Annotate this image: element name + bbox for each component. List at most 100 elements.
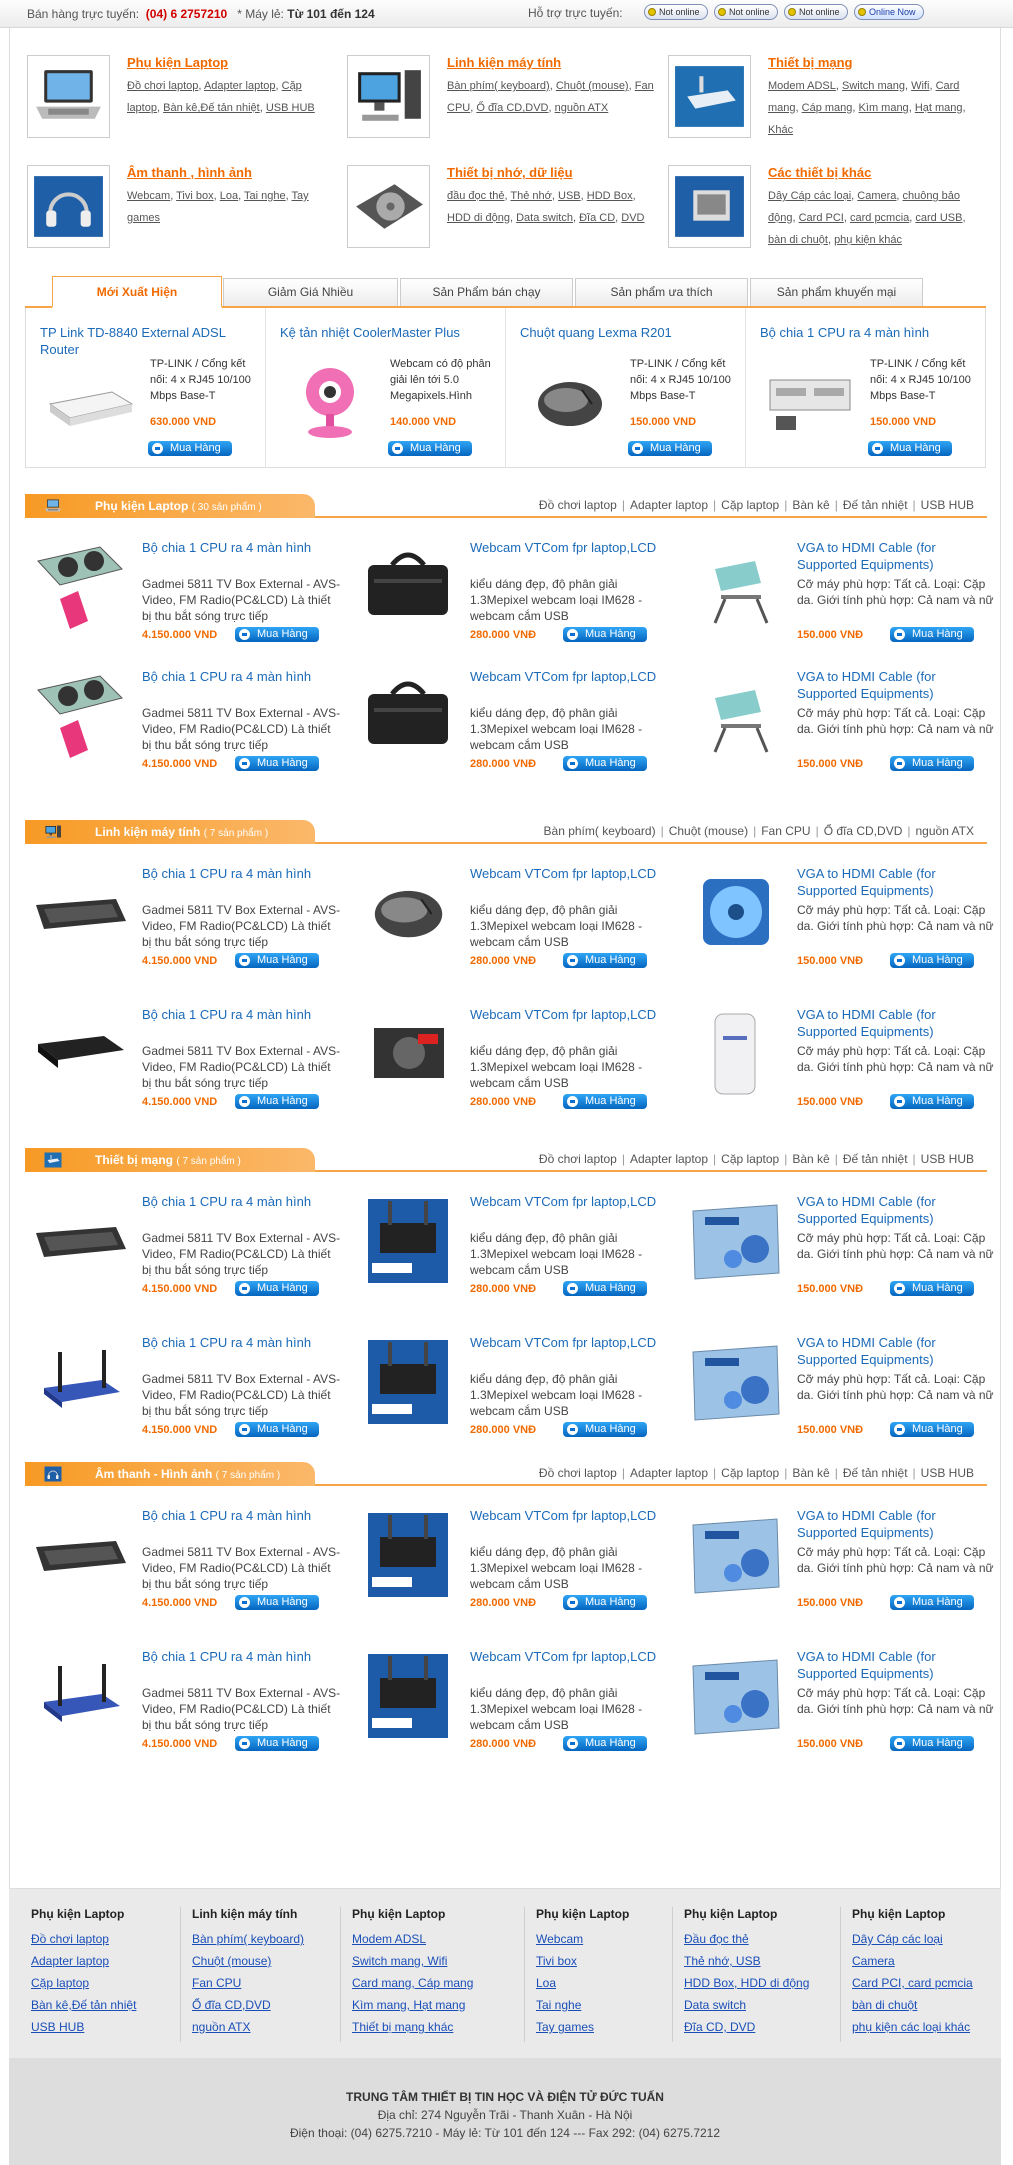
section-link[interactable]: Bàn kê: [787, 498, 834, 512]
product-image[interactable]: [358, 1648, 458, 1743]
desktop-icon[interactable]: [347, 55, 430, 138]
buy-button[interactable]: Mua Hàng: [890, 627, 974, 642]
product-title[interactable]: TP Link TD-8840 External ADSL Router: [40, 324, 255, 358]
section-link[interactable]: Đế tản nhiệt: [838, 1466, 913, 1480]
category-link[interactable]: card pcmcia: [850, 212, 909, 224]
buy-button[interactable]: Mua Hàng: [235, 1595, 319, 1610]
section-title[interactable]: Phụ kiện Laptop ( 30 sản phẩm ): [95, 499, 262, 513]
product-image[interactable]: [685, 539, 785, 634]
footer-link[interactable]: Camera: [852, 1950, 992, 1972]
footer-link[interactable]: Bàn kê,Đế tản nhiệt: [31, 1994, 171, 2016]
tab-new[interactable]: Mới Xuất Hiện: [52, 276, 222, 308]
product-image[interactable]: [685, 1507, 785, 1602]
category-link[interactable]: Tai nghe: [244, 190, 286, 202]
category-link[interactable]: Đĩa CD: [579, 212, 615, 224]
product-image[interactable]: [358, 539, 458, 634]
footer-link[interactable]: Chuột (mouse): [192, 1950, 332, 1972]
buy-button[interactable]: Mua Hàng: [890, 1281, 974, 1296]
category-link[interactable]: Data switch: [516, 212, 573, 224]
harddisk-icon[interactable]: [347, 165, 430, 248]
category-title[interactable]: Thiết bị mạng: [768, 55, 853, 70]
buy-button[interactable]: Mua Hàng: [890, 1094, 974, 1109]
buy-button[interactable]: Mua Hàng: [563, 1595, 647, 1610]
buy-button[interactable]: Mua Hàng: [628, 441, 712, 456]
product-image[interactable]: [762, 360, 857, 445]
footer-link[interactable]: USB HUB: [31, 2016, 171, 2038]
section-link[interactable]: Đế tản nhiệt: [838, 1152, 913, 1166]
footer-link[interactable]: Adapter laptop: [31, 1950, 171, 1972]
buy-button[interactable]: Mua Hàng: [563, 1094, 647, 1109]
product-image[interactable]: [30, 865, 130, 960]
footer-link[interactable]: bàn di chuột: [852, 1994, 992, 2016]
category-link[interactable]: Bàn phím( keyboard): [447, 80, 550, 92]
category-link[interactable]: Thẻ nhớ: [510, 190, 551, 202]
section-link[interactable]: Ổ đĩa CD,DVD: [819, 824, 908, 838]
tab-bestseller[interactable]: Sản Phẩm bán chạy: [400, 278, 573, 306]
buy-button[interactable]: Mua Hàng: [890, 1422, 974, 1437]
section-link[interactable]: Chuột (mouse): [664, 824, 753, 838]
footer-link[interactable]: Bàn phím( keyboard): [192, 1928, 332, 1950]
product-title[interactable]: Webcam VTCom fpr laptop,LCD: [470, 539, 660, 556]
buy-button[interactable]: Mua Hàng: [235, 756, 319, 771]
category-link[interactable]: card USB: [915, 212, 962, 224]
product-image[interactable]: [30, 1006, 130, 1101]
footer-link[interactable]: Cặp laptop: [31, 1972, 171, 1994]
category-link[interactable]: Wifi: [911, 80, 929, 92]
product-title[interactable]: Bộ chia 1 CPU ra 4 màn hình: [142, 668, 332, 685]
buy-button[interactable]: Mua Hàng: [890, 756, 974, 771]
category-title[interactable]: Thiết bị nhớ, dữ liệu: [447, 165, 573, 180]
buy-button[interactable]: Mua Hàng: [235, 627, 319, 642]
buy-button[interactable]: Mua Hàng: [235, 1422, 319, 1437]
category-link[interactable]: Hạt mang: [915, 102, 963, 114]
buy-button[interactable]: Mua Hàng: [235, 1281, 319, 1296]
product-image[interactable]: [30, 539, 130, 634]
category-link[interactable]: Camera: [857, 190, 896, 202]
buy-button[interactable]: Mua Hàng: [388, 441, 472, 456]
product-image[interactable]: [358, 1334, 458, 1429]
product-image[interactable]: [42, 360, 137, 445]
buy-button[interactable]: Mua Hàng: [563, 1422, 647, 1437]
product-title[interactable]: VGA to HDMI Cable (for Supported Equipme…: [797, 1648, 987, 1682]
section-title[interactable]: Âm thanh - Hình ảnh ( 7 sản phẩm ): [95, 1467, 280, 1481]
product-title[interactable]: Webcam VTCom fpr laptop,LCD: [470, 865, 660, 882]
category-link[interactable]: Switch mang: [842, 80, 905, 92]
footer-link[interactable]: nguồn ATX: [192, 2016, 332, 2038]
category-link[interactable]: Kìm mang: [859, 102, 909, 114]
category-link[interactable]: đầu đọc thẻ: [447, 190, 505, 202]
category-link[interactable]: USB HUB: [266, 102, 315, 114]
footer-link[interactable]: Card PCI, card pcmcia: [852, 1972, 992, 1994]
product-image[interactable]: [358, 1006, 458, 1101]
category-link[interactable]: Khác: [768, 124, 793, 136]
section-link[interactable]: Đồ chơi laptop: [534, 1466, 622, 1480]
product-title[interactable]: Webcam VTCom fpr laptop,LCD: [470, 668, 660, 685]
footer-link[interactable]: Fan CPU: [192, 1972, 332, 1994]
section-link[interactable]: Adapter laptop: [625, 1466, 713, 1480]
footer-link[interactable]: Modem ADSL: [352, 1928, 492, 1950]
section-link[interactable]: Adapter laptop: [625, 1152, 713, 1166]
category-link[interactable]: Loa: [220, 190, 238, 202]
ym-status-3[interactable]: Not online: [784, 4, 848, 20]
product-title[interactable]: Kệ tản nhiệt CoolerMaster Plus: [280, 324, 495, 341]
category-link[interactable]: Card PCI: [799, 212, 844, 224]
tab-discount[interactable]: Giảm Giá Nhiều: [223, 278, 398, 306]
product-title[interactable]: Bộ chia 1 CPU ra 4 màn hình: [142, 1648, 332, 1665]
category-link[interactable]: Đồ chơi laptop: [127, 80, 198, 92]
footer-link[interactable]: Loa: [536, 1972, 676, 1994]
product-title[interactable]: VGA to HDMI Cable (for Supported Equipme…: [797, 539, 987, 573]
buy-button[interactable]: Mua Hàng: [148, 441, 232, 456]
section-link[interactable]: USB HUB: [916, 498, 979, 512]
section-link[interactable]: Cặp laptop: [716, 1466, 784, 1480]
product-image[interactable]: [30, 1648, 130, 1743]
category-link[interactable]: Adapter laptop: [204, 80, 276, 92]
product-title[interactable]: Bộ chia 1 CPU ra 4 màn hình: [142, 1507, 332, 1524]
product-image[interactable]: [358, 1507, 458, 1602]
category-link[interactable]: USB: [558, 190, 581, 202]
section-link[interactable]: Đồ chơi laptop: [534, 498, 622, 512]
category-link[interactable]: Bàn kê,Đế tản nhiệt: [163, 102, 260, 114]
product-image[interactable]: [358, 668, 458, 763]
tab-promotion[interactable]: Sản phẩm khuyến mại: [750, 278, 923, 306]
product-title[interactable]: Webcam VTCom fpr laptop,LCD: [470, 1334, 660, 1351]
category-link[interactable]: Ổ đĩa CD,DVD: [476, 102, 548, 114]
buy-button[interactable]: Mua Hàng: [563, 953, 647, 968]
footer-link[interactable]: Tai nghe: [536, 1994, 676, 2016]
